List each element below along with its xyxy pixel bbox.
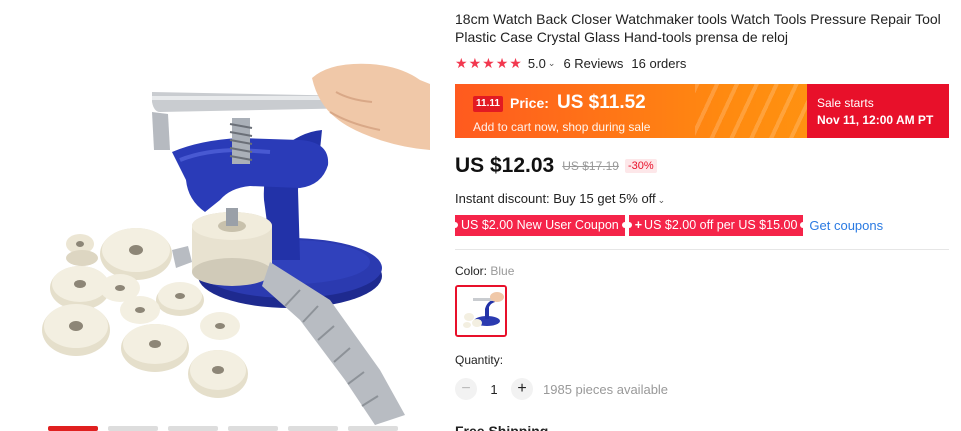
divider [455,249,949,250]
thumbnail-5[interactable] [288,426,338,431]
promo-price-label: Price: [510,95,549,111]
quantity-stepper: − 1 + 1985 pieces available [455,378,668,400]
quantity-label: Quantity: [455,353,504,367]
current-price: US $12.03 [455,154,555,177]
thumbnail-4[interactable] [228,426,278,431]
sale-start-title: Sale starts [817,96,874,110]
color-value: Blue [490,264,515,278]
original-price: US $17.19 [562,159,619,173]
plus-icon[interactable]: + [511,378,533,400]
color-swatch-thumbnail [457,287,505,335]
rating-stars: ★ ★ ★ ★ ★ [455,56,522,70]
quantity-value[interactable]: 1 [477,382,511,397]
rating-score[interactable]: 5.0 [528,56,546,71]
product-image-gallery[interactable] [0,0,430,431]
new-user-coupon-label: US $2.00 New User Coupon [461,218,619,232]
color-label: Color: [455,264,488,278]
thumbnail-strip [48,426,408,431]
store-coupon[interactable]: + US $2.00 off per US $15.00 [625,215,807,236]
discount-badge: -30% [624,159,657,173]
minus-icon[interactable]: − [455,378,477,400]
get-coupons-link[interactable]: Get coupons [809,218,883,233]
thumbnail-3[interactable] [168,426,218,431]
sale-badge: 11.11 [473,96,503,112]
star-icon: ★ [468,55,482,71]
price-row: US $12.03 US $17.19 -30% [455,154,657,178]
color-label-row: Color: Blue [455,264,514,278]
promo-price: US $11.52 [557,92,646,113]
new-user-coupon[interactable]: US $2.00 New User Coupon [455,215,628,236]
sale-start-time: Nov 11, 12:00 AM PT [817,113,934,127]
chevron-down-icon[interactable]: ⌄ [548,58,556,69]
sale-start-box: Sale starts Nov 11, 12:00 AM PT [807,84,949,138]
plus-icon: + [634,218,643,232]
rating-row: ★ ★ ★ ★ ★ 5.0 ⌄ 6 Reviews 16 orders [455,55,686,71]
star-icon: ★ [495,55,509,71]
coupon-row: US $2.00 New User Coupon + US $2.00 off p… [455,215,883,236]
star-icon: ★ [455,55,468,71]
thumbnail-2[interactable] [108,426,158,431]
product-main-image[interactable] [0,0,430,426]
thumbnail-1[interactable] [48,426,98,431]
sale-promo-banner: 11.11 Price: US $11.52 Add to cart now, … [455,84,949,138]
store-coupon-label: US $2.00 off per US $15.00 [644,218,798,232]
promo-subtitle: Add to cart now, shop during sale [473,120,651,134]
shipping-label: Free Shipping [455,423,549,431]
thumbnail-6[interactable] [348,426,398,431]
chevron-down-icon[interactable]: ⌄ [658,195,666,205]
color-swatch-blue[interactable] [455,285,507,337]
reviews-link[interactable]: 6 Reviews [563,56,623,71]
available-pieces: 1985 pieces available [543,381,669,397]
instant-discount-text: Instant discount: Buy 15 get 5% off [455,191,656,206]
instant-discount[interactable]: Instant discount: Buy 15 get 5% off ⌄ [455,191,665,206]
orders-count: 16 orders [631,55,687,71]
product-info-panel: 18cm Watch Back Closer Watchmaker tools … [455,0,955,431]
product-title: 18cm Watch Back Closer Watchmaker tools … [455,11,941,45]
banner-decoration [695,84,825,138]
star-icon: ★ [482,55,495,71]
star-icon: ★ [509,55,522,71]
